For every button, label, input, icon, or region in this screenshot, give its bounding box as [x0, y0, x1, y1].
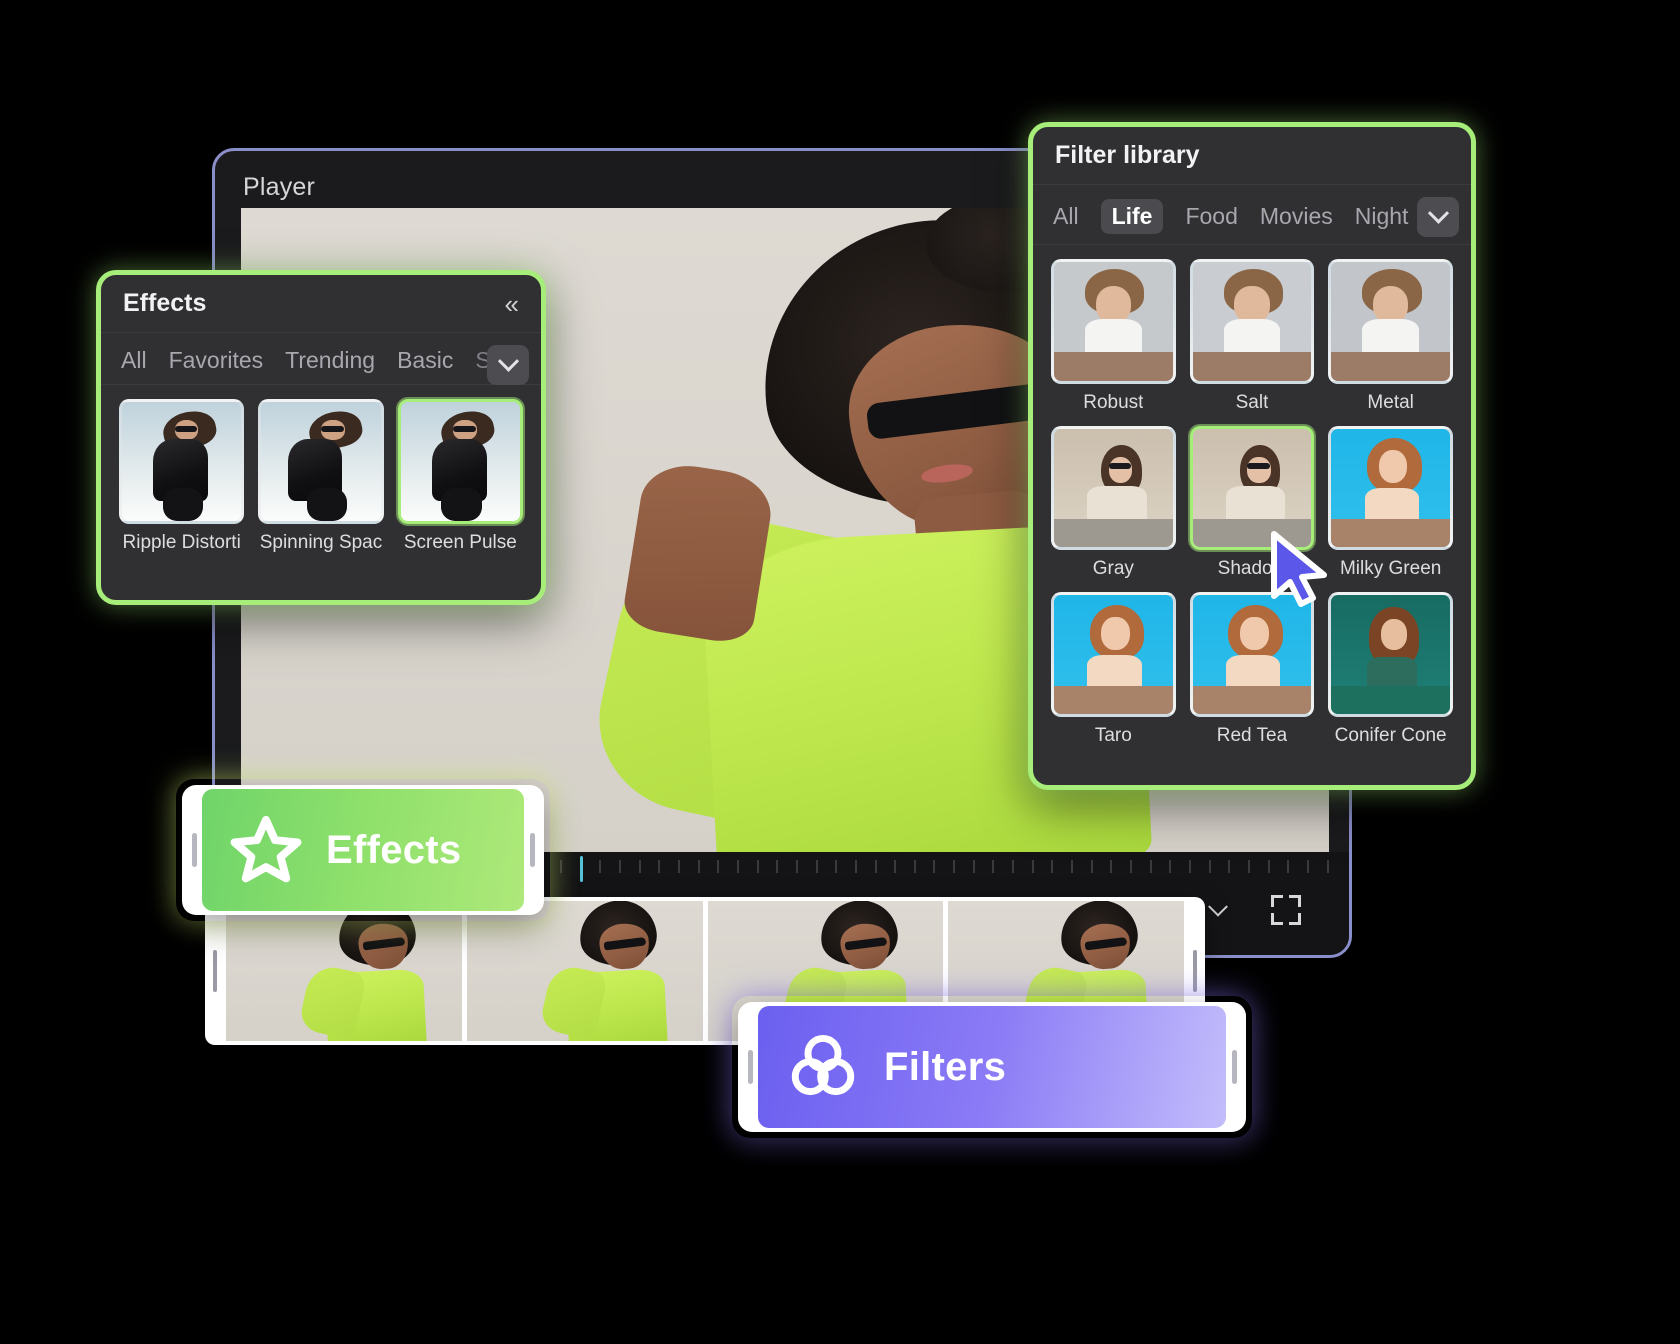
pill-handle-right[interactable]	[524, 833, 540, 867]
playhead[interactable]	[580, 856, 583, 882]
mouse-cursor-icon	[1268, 530, 1332, 610]
chevron-double-left-icon[interactable]: «	[505, 291, 519, 317]
tab-filter-life[interactable]: Life	[1100, 199, 1164, 234]
filter-label: Red Tea	[1216, 725, 1288, 747]
filter-thumbnail[interactable]	[1328, 259, 1453, 384]
filter-thumbnail[interactable]	[1051, 592, 1176, 717]
filter-label: Salt	[1235, 391, 1269, 413]
filter-thumbnail[interactable]	[1189, 259, 1315, 384]
timeline-clip[interactable]	[466, 901, 703, 1041]
effect-thumbnail[interactable]	[119, 399, 245, 525]
app-mockup: Player 8	[0, 0, 1680, 1344]
filter-item[interactable]: Gray	[1051, 425, 1176, 581]
player-title: Player	[243, 173, 316, 201]
pill-handle-left[interactable]	[186, 833, 202, 867]
filter-grid: Robust Salt Metal Gray Shadow Milky Gree…	[1033, 245, 1471, 761]
effect-item[interactable]: Screen Pulse	[397, 399, 523, 554]
filters-pill-label: Filters	[884, 1044, 1007, 1089]
filter-thumbnail[interactable]	[1189, 592, 1315, 718]
filter-item[interactable]: Taro	[1051, 592, 1176, 747]
filter-label: Conifer Cone	[1334, 725, 1447, 746]
tab-effects-basic[interactable]: Basic	[397, 347, 453, 374]
tab-filter-all[interactable]: All	[1053, 203, 1079, 230]
effect-label: Screen Pulse	[403, 532, 517, 554]
tab-effects-all[interactable]: All	[121, 347, 147, 374]
filter-item[interactable]: Robust	[1051, 259, 1176, 414]
filter-tabs-more-button[interactable]	[1417, 197, 1459, 237]
filter-thumbnail[interactable]	[1051, 425, 1176, 551]
filter-label: Metal	[1367, 391, 1414, 413]
chevron-down-icon	[1427, 202, 1449, 224]
effect-label: Spinning Spac	[259, 532, 383, 554]
effects-pill-label: Effects	[326, 827, 462, 872]
star-icon	[230, 812, 302, 889]
effects-pill[interactable]: Effects	[182, 785, 544, 915]
chevron-down-icon	[1208, 896, 1228, 917]
filter-item[interactable]: Red Tea	[1189, 592, 1315, 747]
pill-handle-right[interactable]	[1226, 1050, 1242, 1084]
effect-label: Ripple Distorti	[122, 532, 241, 554]
filter-label: Taro	[1094, 725, 1132, 746]
filter-label: Milky Green	[1339, 558, 1442, 580]
effect-thumbnail[interactable]	[258, 399, 384, 525]
timeline-clip[interactable]	[226, 901, 462, 1041]
three-circles-icon	[786, 1028, 860, 1107]
filter-item[interactable]: Milky Green	[1328, 425, 1453, 581]
filters-pill[interactable]: Filters	[738, 1002, 1246, 1132]
chevron-down-icon	[497, 350, 519, 372]
filter-thumbnail[interactable]	[1328, 425, 1453, 551]
filter-item[interactable]: Salt	[1189, 259, 1315, 414]
tab-filter-movies[interactable]: Movies	[1260, 203, 1333, 230]
tab-effects-favorites[interactable]: Favorites	[169, 347, 264, 374]
tab-filter-night[interactable]: Night	[1355, 203, 1409, 230]
filter-item[interactable]: Metal	[1328, 259, 1453, 414]
filter-library-title: Filter library	[1055, 141, 1200, 169]
filter-thumbnail[interactable]	[1328, 592, 1453, 717]
filter-item[interactable]: Conifer Cone	[1328, 592, 1453, 747]
effect-item[interactable]: Ripple Distorti	[119, 399, 245, 554]
effects-tabs-more-button[interactable]	[487, 345, 529, 385]
pill-handle-left[interactable]	[742, 1050, 758, 1084]
filter-label: Robust	[1083, 391, 1144, 413]
effects-tab-bar: All Favorites Trending Basic Sta	[101, 333, 541, 385]
effect-item[interactable]: Spinning Spac	[258, 399, 384, 554]
filter-label: Gray	[1092, 558, 1134, 580]
effects-panel: Effects « All Favorites Trending Basic S…	[96, 270, 546, 605]
tab-effects-trending[interactable]: Trending	[285, 347, 375, 374]
timeline-ruler[interactable]	[560, 860, 1329, 878]
effect-thumbnail-selected[interactable]	[397, 399, 523, 525]
clip-trim-handle-left[interactable]	[209, 901, 221, 1041]
filter-library-header: Filter library	[1033, 127, 1471, 185]
filter-thumbnail[interactable]	[1051, 259, 1176, 384]
filter-tab-bar: All Life Food Movies Night Sc	[1033, 185, 1471, 245]
effects-panel-header: Effects «	[101, 275, 541, 333]
fullscreen-icon[interactable]	[1271, 895, 1301, 925]
tab-filter-food[interactable]: Food	[1185, 203, 1237, 230]
filter-library-panel: Filter library All Life Food Movies Nigh…	[1028, 122, 1476, 790]
effects-grid: Ripple Distorti Spinning Spac Screen Pul…	[101, 385, 541, 568]
effects-panel-title: Effects	[123, 289, 207, 317]
